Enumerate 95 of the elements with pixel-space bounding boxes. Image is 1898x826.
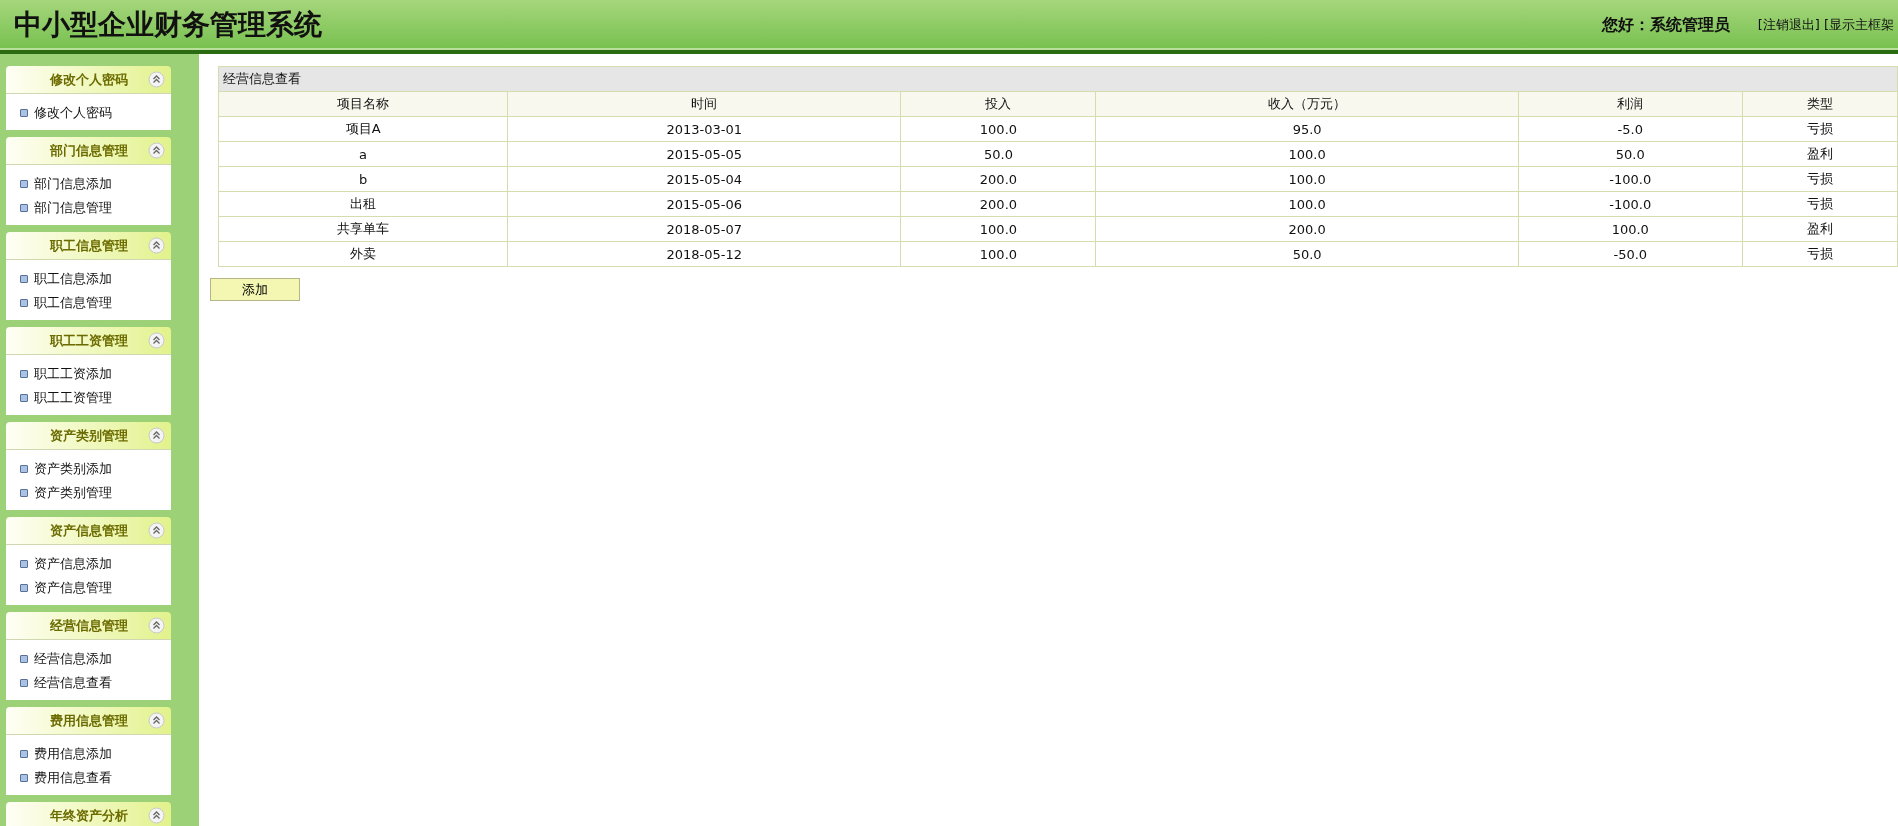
table-cell: -5.0: [1518, 116, 1743, 142]
table-cell: 2015-05-05: [507, 141, 901, 167]
menu-item[interactable]: 费用信息查看: [34, 769, 112, 787]
menu-item[interactable]: 职工信息添加: [34, 270, 112, 288]
table-cell: 2015-05-04: [507, 166, 901, 192]
table-cell: 共享单车: [218, 216, 508, 242]
greeting-text: 您好：系统管理员: [1601, 14, 1730, 36]
table-cell: 2013-03-01: [507, 116, 901, 142]
column-header: 利润: [1518, 91, 1743, 117]
app-title: 中小型企业财务管理系统: [14, 7, 323, 43]
menu-item[interactable]: 职工工资管理: [34, 389, 112, 407]
table-cell: 50.0: [1518, 141, 1743, 167]
collapse-icon[interactable]: [148, 71, 165, 88]
table-cell: 亏损: [1742, 191, 1898, 217]
header-link[interactable]: [注销退出]: [1757, 16, 1820, 34]
column-header: 类型: [1742, 91, 1898, 117]
table-cell: 项目A: [218, 116, 508, 142]
menu-item[interactable]: 部门信息添加: [34, 175, 112, 193]
collapse-icon[interactable]: [148, 712, 165, 729]
bullet-icon: [20, 679, 28, 687]
menu-group-header[interactable]: 修改个人密码: [6, 66, 171, 94]
table-cell: 50.0: [900, 141, 1096, 167]
menu-group-header[interactable]: 经营信息管理: [6, 612, 171, 640]
menu-item[interactable]: 资产类别管理: [34, 484, 112, 502]
column-header: 时间: [507, 91, 901, 117]
table-cell: 100.0: [900, 116, 1096, 142]
menu-item[interactable]: 经营信息添加: [34, 650, 112, 668]
bullet-icon: [20, 655, 28, 663]
table-cell: 100.0: [1096, 141, 1519, 167]
menu-item[interactable]: 资产信息添加: [34, 555, 112, 573]
column-header: 投入: [900, 91, 1096, 117]
table-cell: 亏损: [1742, 166, 1898, 192]
table-cell: 2018-05-07: [507, 216, 901, 242]
table-cell: 出租: [218, 191, 508, 217]
bullet-icon: [20, 584, 28, 592]
menu-group-header[interactable]: 费用信息管理: [6, 707, 171, 735]
menu-item[interactable]: 费用信息添加: [34, 745, 112, 763]
bullet-icon: [20, 774, 28, 782]
table-cell: 2018-05-12: [507, 241, 901, 267]
bullet-icon: [20, 299, 28, 307]
bullet-icon: [20, 750, 28, 758]
bullet-icon: [20, 489, 28, 497]
bullet-icon: [20, 204, 28, 212]
bullet-icon: [20, 370, 28, 378]
table-cell: 95.0: [1096, 116, 1519, 142]
table-cell: 200.0: [1096, 216, 1519, 242]
table-cell: 2015-05-06: [507, 191, 901, 217]
bullet-icon: [20, 109, 28, 117]
collapse-icon[interactable]: [148, 142, 165, 159]
table-cell: a: [218, 141, 508, 167]
bullet-icon: [20, 394, 28, 402]
menu-item[interactable]: 职工工资添加: [34, 365, 112, 383]
collapse-icon[interactable]: [148, 807, 165, 824]
table-cell: b: [218, 166, 508, 192]
table-cell: 100.0: [1096, 166, 1519, 192]
menu-item[interactable]: 经营信息查看: [34, 674, 112, 692]
menu-group-header[interactable]: 部门信息管理: [6, 137, 171, 165]
table-title: 经营信息查看: [218, 66, 1898, 92]
table-cell: 100.0: [1096, 191, 1519, 217]
table-cell: 100.0: [1518, 216, 1743, 242]
column-header: 项目名称: [218, 91, 508, 117]
menu-group-header[interactable]: 年终资产分析: [6, 802, 171, 826]
collapse-icon[interactable]: [148, 237, 165, 254]
table-cell: 100.0: [900, 241, 1096, 267]
table-cell: 盈利: [1742, 141, 1898, 167]
table-cell: 100.0: [900, 216, 1096, 242]
bullet-icon: [20, 180, 28, 188]
collapse-icon[interactable]: [148, 522, 165, 539]
bullet-icon: [20, 560, 28, 568]
menu-group-header[interactable]: 职工工资管理: [6, 327, 171, 355]
table-cell: -100.0: [1518, 166, 1743, 192]
menu-group-header[interactable]: 职工信息管理: [6, 232, 171, 260]
table-cell: 亏损: [1742, 241, 1898, 267]
menu-item[interactable]: 职工信息管理: [34, 294, 112, 312]
table-cell: 200.0: [900, 191, 1096, 217]
add-button[interactable]: 添加: [210, 278, 300, 301]
table-cell: 外卖: [218, 241, 508, 267]
menu-group-header[interactable]: 资产类别管理: [6, 422, 171, 450]
table-cell: 200.0: [900, 166, 1096, 192]
collapse-icon[interactable]: [148, 427, 165, 444]
menu-item[interactable]: 部门信息管理: [34, 199, 112, 217]
table-cell: -50.0: [1518, 241, 1743, 267]
menu-item[interactable]: 资产信息管理: [34, 579, 112, 597]
table-cell: 盈利: [1742, 216, 1898, 242]
table-cell: -100.0: [1518, 191, 1743, 217]
menu-group-header[interactable]: 资产信息管理: [6, 517, 171, 545]
table-cell: 50.0: [1096, 241, 1519, 267]
menu-item[interactable]: 资产类别添加: [34, 460, 112, 478]
collapse-icon[interactable]: [148, 617, 165, 634]
header-link[interactable]: [显示主框架: [1823, 16, 1894, 34]
bullet-icon: [20, 465, 28, 473]
table-cell: 亏损: [1742, 116, 1898, 142]
column-header: 收入（万元）: [1096, 91, 1519, 117]
bullet-icon: [20, 275, 28, 283]
collapse-icon[interactable]: [148, 332, 165, 349]
